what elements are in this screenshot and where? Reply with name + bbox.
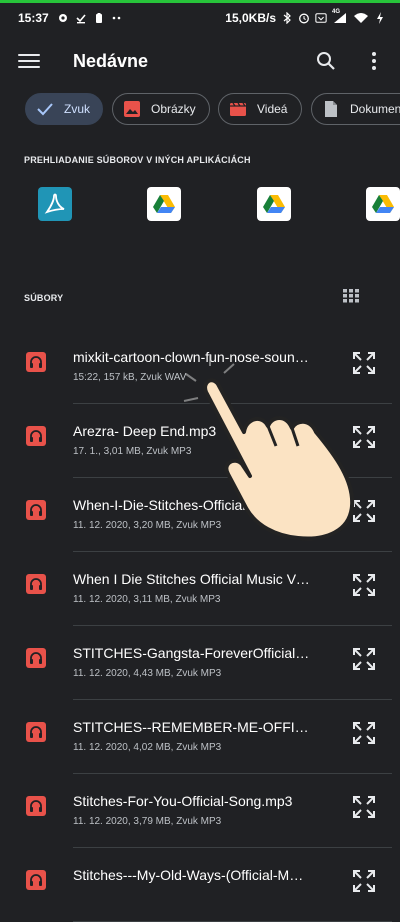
app-bar: Nedávne (0, 33, 400, 89)
video-icon (229, 100, 247, 118)
audio-file-icon (26, 500, 46, 520)
file-row[interactable]: Arezra- Deep End.mp3 17. 1., 3,01 MB, Zvu… (0, 404, 400, 478)
more-vert-icon[interactable] (366, 49, 382, 73)
apps-section-heading: PREHLIADANIE SÚBOROV V INÝCH APLIKÁCIÁCH (24, 155, 251, 165)
file-meta: 17. 1., 3,01 MB, Zvuk MP3 (73, 446, 192, 457)
file-meta: 11. 12. 2020, 4,02 MB, Zvuk MP3 (73, 742, 222, 753)
expand-preview-icon[interactable] (352, 647, 376, 671)
file-meta: 11. 12. 2020, 4,43 MB, Zvuk MP3 (73, 668, 222, 679)
signal-type-label: 4G (332, 9, 341, 15)
vowifi-icon (315, 12, 327, 24)
file-row[interactable]: mixkit-cartoon-clown-fun-nose-sound.wav 1… (0, 330, 400, 404)
chip-zvuk[interactable]: Zvuk (25, 93, 103, 125)
file-meta: 11. 12. 2020, 3,79 MB, Zvuk MP3 (73, 816, 222, 827)
file-name: When-I-Die-Stitches-Official-Music-Video… (73, 497, 311, 513)
wifi-icon (353, 12, 369, 24)
file-meta: 11. 12. 2020, 3,11 MB, Zvuk MP3 (73, 594, 221, 605)
file-row[interactable]: Stitches-For-You-Official-Song.mp3 11. 12… (0, 774, 400, 848)
status-time: 15:37 (18, 11, 49, 25)
file-row[interactable]: STITCHES-Gangsta-ForeverOfficial-Video.m… (0, 626, 400, 700)
download-done-icon (75, 12, 87, 24)
hamburger-menu-icon[interactable] (18, 50, 40, 72)
document-icon (322, 100, 340, 118)
audio-file-icon (26, 722, 46, 742)
file-row[interactable]: When I Die Stitches Official Music Video… (0, 552, 400, 626)
files-section-heading: SÚBORY (24, 293, 64, 303)
file-meta: 15:22, 157 kB, Zvuk WAV (73, 372, 187, 383)
adobe-acrobat-icon[interactable] (38, 187, 72, 221)
file-name: Stitches-For-You-Official-Song.mp3 (73, 793, 293, 809)
file-row[interactable]: When-I-Die-Stitches-Official-Music-Video… (0, 478, 400, 552)
expand-preview-icon[interactable] (352, 499, 376, 523)
chip-label: Dokumenty (350, 102, 400, 116)
battery-saver-icon (93, 12, 105, 24)
expand-preview-icon[interactable] (352, 795, 376, 819)
file-name: When I Die Stitches Official Music Video… (73, 571, 311, 587)
file-row[interactable]: Stitches---My-Old-Ways-(Official-Music-V… (0, 848, 400, 922)
filter-chips: Zvuk Obrázky Videá Dokumenty (0, 93, 400, 127)
expand-preview-icon[interactable] (352, 425, 376, 449)
bluetooth-icon (281, 12, 293, 24)
status-bar: 15:37 15,0KB/s 4G (0, 3, 400, 33)
file-name: Stitches---My-Old-Ways-(Official-Music-V… (73, 867, 311, 883)
image-icon (123, 100, 141, 118)
file-name: mixkit-cartoon-clown-fun-nose-sound.wav (73, 349, 311, 365)
audio-file-icon (26, 426, 46, 446)
audio-file-icon (26, 648, 46, 668)
grid-view-icon[interactable] (343, 289, 359, 303)
expand-preview-icon[interactable] (352, 869, 376, 893)
network-speed: 15,0KB/s (225, 11, 276, 25)
google-drive-icon[interactable] (366, 187, 400, 221)
expand-preview-icon[interactable] (352, 351, 376, 375)
expand-preview-icon[interactable] (352, 573, 376, 597)
audio-file-icon (26, 870, 46, 890)
more-dots-icon (111, 12, 123, 24)
apps-row (0, 187, 400, 223)
file-name: STITCHES-Gangsta-ForeverOfficial-Video.m… (73, 645, 311, 661)
chip-videa[interactable]: Videá (218, 93, 302, 125)
chip-label: Obrázky (151, 102, 196, 116)
chip-label: Zvuk (64, 102, 91, 116)
check-icon (36, 100, 54, 118)
battery-charging-icon (374, 12, 386, 24)
alarm-icon (298, 12, 310, 24)
signal-icon: 4G (332, 9, 348, 24)
file-row[interactable]: STITCHES--REMEMBER-ME-OFFICIAL-VIDEO.mp3… (0, 700, 400, 774)
chip-dokumenty[interactable]: Dokumenty (311, 93, 400, 125)
search-icon[interactable] (314, 49, 338, 73)
file-name: Arezra- Deep End.mp3 (73, 423, 217, 439)
page-title: Nedávne (73, 50, 149, 71)
gear-icon (57, 12, 69, 24)
google-drive-icon[interactable] (257, 187, 291, 221)
audio-file-icon (26, 352, 46, 372)
chip-obrazky[interactable]: Obrázky (112, 93, 210, 125)
google-drive-icon[interactable] (147, 187, 181, 221)
audio-file-icon (26, 574, 46, 594)
audio-file-icon (26, 796, 46, 816)
expand-preview-icon[interactable] (352, 721, 376, 745)
chip-label: Videá (257, 102, 288, 116)
file-name: STITCHES--REMEMBER-ME-OFFICIAL-VIDEO.mp3 (73, 719, 311, 735)
file-meta: 11. 12. 2020, 3,20 MB, Zvuk MP3 (73, 520, 222, 531)
